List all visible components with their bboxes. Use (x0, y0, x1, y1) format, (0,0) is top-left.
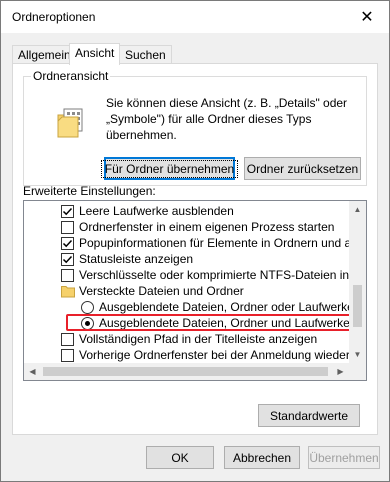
settings-row[interactable]: Popupinformationen für Elemente in Ordne… (24, 235, 349, 251)
settings-row[interactable]: Leere Laufwerke ausblenden (24, 203, 349, 219)
checkbox-unchecked-icon[interactable] (61, 221, 74, 234)
folder-view-icon (56, 107, 84, 139)
close-icon: ✕ (360, 9, 374, 26)
advanced-settings-list[interactable]: Leere Laufwerke ausblenden Ordnerfenster … (23, 200, 367, 381)
window-title: Ordneroptionen (12, 10, 96, 24)
apply-button[interactable]: Übernehmen (308, 446, 380, 469)
checkbox-unchecked-icon[interactable] (61, 333, 74, 346)
vertical-scroll-thumb[interactable] (353, 285, 362, 327)
checkbox-checked-icon[interactable] (61, 237, 74, 250)
cancel-button[interactable]: Abbrechen (224, 446, 300, 469)
tab-suchen[interactable]: Suchen (119, 45, 172, 64)
scroll-left-icon[interactable]: ◀ (24, 363, 41, 380)
settings-row[interactable]: Vollständigen Pfad in der Titelleiste an… (24, 331, 349, 347)
reset-folders-button[interactable]: Ordner zurücksetzen (244, 157, 361, 180)
highlight-annotation (66, 314, 363, 331)
folder-options-dialog: Ordneroptionen ✕ Allgemein Ansicht Suche… (0, 0, 390, 482)
restore-defaults-button[interactable]: Standardwerte (258, 404, 360, 427)
folder-view-group: Ordneransicht Sie können diese Ansicht (… (23, 69, 367, 186)
vertical-scrollbar[interactable]: ▲ ▼ (349, 201, 366, 380)
folder-view-group-label: Ordneransicht (31, 69, 111, 83)
settings-row-label: Statusleiste anzeigen (79, 252, 194, 266)
settings-row-label: Ausgeblendete Dateien, Ordner oder Laufw… (99, 300, 349, 314)
checkbox-unchecked-icon[interactable] (61, 349, 74, 362)
settings-row-label: Popupinformationen für Elemente in Ordne… (79, 236, 349, 250)
settings-row-label: Leere Laufwerke ausblenden (79, 204, 234, 218)
settings-row[interactable]: Versteckte Dateien und Ordner (24, 283, 349, 299)
scrollbar-corner (349, 363, 366, 380)
horizontal-scrollbar[interactable]: ◀ ▶ (24, 363, 349, 380)
apply-to-folders-label: Für Ordner übernehmen (100, 159, 239, 178)
close-button[interactable]: ✕ (345, 1, 389, 33)
checkbox-unchecked-icon[interactable] (61, 269, 74, 282)
title-bar: Ordneroptionen ✕ (1, 1, 389, 33)
settings-row-label: Vorherige Ordnerfenster bei der Anmeldun… (79, 348, 349, 362)
folder-view-description: Sie können diese Ansicht (z. B. „Details… (106, 96, 348, 142)
settings-row[interactable]: Statusleiste anzeigen (24, 251, 349, 267)
settings-row-label: Verschlüsselte oder komprimierte NTFS-Da… (79, 268, 349, 282)
settings-row-label: Vollständigen Pfad in der Titelleiste an… (79, 332, 318, 346)
checkbox-checked-icon[interactable] (61, 253, 74, 266)
settings-row-label: Versteckte Dateien und Ordner (79, 284, 244, 298)
tab-allgemein[interactable]: Allgemein (12, 45, 77, 64)
radio-unselected-icon[interactable] (81, 301, 94, 314)
settings-row[interactable]: Ausgeblendete Dateien, Ordner oder Laufw… (24, 299, 349, 315)
apply-to-folders-button[interactable]: Für Ordner übernehmen (100, 157, 239, 180)
tab-ansicht[interactable]: Ansicht (69, 43, 121, 65)
scroll-up-icon[interactable]: ▲ (349, 201, 366, 218)
settings-row[interactable]: Verschlüsselte oder komprimierte NTFS-Da… (24, 267, 349, 283)
horizontal-scroll-thumb[interactable] (43, 367, 328, 376)
advanced-settings-label: Erweiterte Einstellungen: (23, 184, 156, 198)
ok-button[interactable]: OK (146, 446, 214, 469)
scroll-right-icon[interactable]: ▶ (332, 363, 349, 380)
view-tab-panel: Ordneransicht Sie können diese Ansicht (… (12, 63, 378, 435)
settings-row[interactable]: Vorherige Ordnerfenster bei der Anmeldun… (24, 347, 349, 363)
settings-row[interactable]: Ordnerfenster in einem eigenen Prozess s… (24, 219, 349, 235)
checkbox-checked-icon[interactable] (61, 205, 74, 218)
settings-row-label: Ordnerfenster in einem eigenen Prozess s… (79, 220, 335, 234)
folder-icon (61, 285, 75, 298)
scroll-down-icon[interactable]: ▼ (349, 346, 366, 363)
